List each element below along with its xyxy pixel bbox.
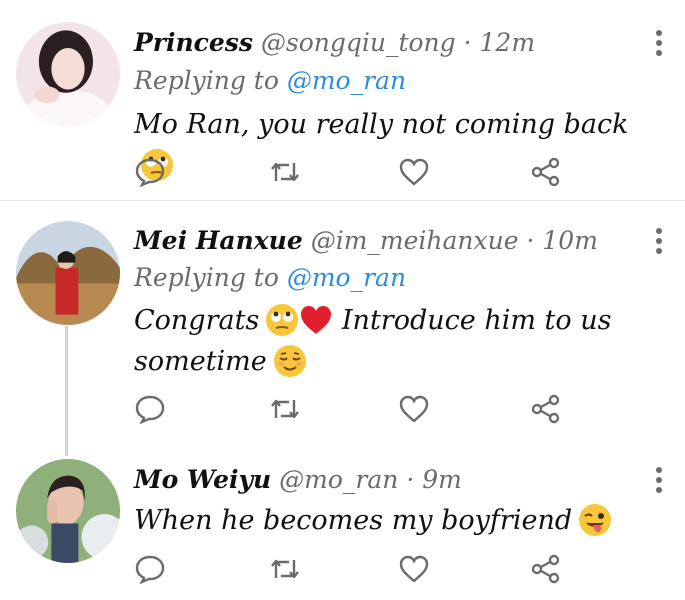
retweet-icon[interactable] bbox=[269, 554, 301, 584]
display-name[interactable]: Princess bbox=[134, 28, 253, 57]
avatar[interactable] bbox=[16, 459, 120, 563]
replying-to: Replying to @mo_ran bbox=[134, 263, 406, 292]
retweet-icon[interactable] bbox=[269, 394, 301, 424]
reply-icon[interactable] bbox=[134, 157, 166, 187]
reply-mention[interactable]: @mo_ran bbox=[287, 66, 406, 95]
avatar[interactable] bbox=[16, 22, 120, 126]
timestamp[interactable]: 9m bbox=[422, 465, 462, 494]
tweet-header: Mei Hanxue @im_meihanxue · 10m bbox=[134, 226, 598, 255]
more-options-icon[interactable] bbox=[655, 467, 663, 493]
relieved-face-emoji bbox=[273, 345, 306, 377]
like-icon[interactable] bbox=[398, 554, 430, 584]
reply-prefix: Replying to bbox=[134, 66, 279, 95]
rolling-eyes-emoji bbox=[266, 304, 299, 336]
display-name[interactable]: Mo Weiyu bbox=[134, 465, 271, 494]
separator: · bbox=[406, 465, 415, 494]
reply-icon[interactable] bbox=[134, 554, 166, 584]
reply-mention[interactable]: @mo_ran bbox=[287, 263, 406, 292]
tweet-text-part-1: Congrats bbox=[134, 305, 260, 336]
tweet-actions bbox=[134, 394, 564, 424]
red-heart-emoji bbox=[301, 306, 332, 334]
tweet-text-content: When he becomes my boyfriend bbox=[134, 505, 573, 536]
reply-prefix: Replying to bbox=[134, 263, 279, 292]
display-name[interactable]: Mei Hanxue bbox=[134, 226, 303, 255]
tweet-actions bbox=[134, 554, 564, 584]
more-options-icon[interactable] bbox=[655, 30, 663, 56]
reply-icon[interactable] bbox=[134, 394, 166, 424]
avatar[interactable] bbox=[16, 221, 120, 325]
replying-to: Replying to @mo_ran bbox=[134, 66, 406, 95]
tweet-header: Mo Weiyu @mo_ran · 9m bbox=[134, 465, 462, 494]
timestamp[interactable]: 12m bbox=[480, 28, 536, 57]
tweet-actions bbox=[134, 157, 564, 187]
tweet-text-part-2: Introduce him to us bbox=[341, 305, 612, 336]
thread-line bbox=[65, 326, 68, 456]
handle[interactable]: @songqiu_tong bbox=[261, 28, 456, 57]
winking-tongue-emoji bbox=[579, 504, 612, 536]
tweet-text: Congrats Introduce him to us sometime bbox=[134, 300, 654, 382]
retweet-icon[interactable] bbox=[269, 157, 301, 187]
tweet-princess[interactable]: Princess @songqiu_tong · 12m Replying to… bbox=[0, 0, 685, 200]
timestamp[interactable]: 10m bbox=[542, 226, 598, 255]
like-icon[interactable] bbox=[398, 394, 430, 424]
tweet-mei-hanxue[interactable]: Mei Hanxue @im_meihanxue · 10m Replying … bbox=[0, 201, 685, 441]
more-options-icon[interactable] bbox=[655, 228, 663, 254]
separator: · bbox=[463, 28, 472, 57]
share-icon[interactable] bbox=[530, 394, 562, 424]
handle[interactable]: @mo_ran bbox=[279, 465, 398, 494]
tweet-text: When he becomes my boyfriend bbox=[134, 500, 654, 541]
share-icon[interactable] bbox=[530, 157, 562, 187]
tweet-text-part-3: sometime bbox=[134, 346, 267, 377]
tweet-mo-weiyu[interactable]: Mo Weiyu @mo_ran · 9m When he becomes my… bbox=[0, 441, 685, 600]
tweet-header: Princess @songqiu_tong · 12m bbox=[134, 28, 535, 57]
separator: · bbox=[526, 226, 535, 255]
tweet-text-content: Mo Ran, you really not coming back bbox=[134, 109, 629, 140]
like-icon[interactable] bbox=[398, 157, 430, 187]
handle[interactable]: @im_meihanxue bbox=[311, 226, 519, 255]
share-icon[interactable] bbox=[530, 554, 562, 584]
